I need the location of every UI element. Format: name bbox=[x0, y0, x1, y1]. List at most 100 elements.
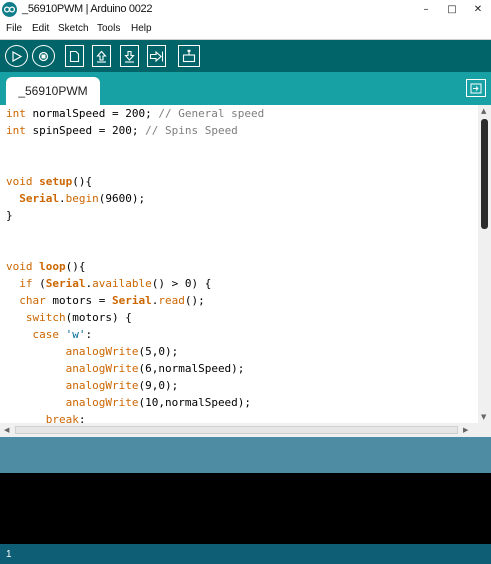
code-token: (); bbox=[184, 294, 205, 307]
code-line: void setup(){ bbox=[6, 173, 92, 190]
menu-file[interactable]: File bbox=[6, 23, 22, 34]
code-token: Serial bbox=[111, 294, 152, 307]
code-token: spinSpeed = 200; bbox=[25, 124, 146, 137]
code-line: int normalSpeed = 200; // General speed bbox=[6, 105, 264, 122]
code-token: : bbox=[85, 328, 93, 341]
tab-sketch[interactable]: _56910PWM bbox=[6, 77, 100, 105]
code-token: // General speed bbox=[158, 107, 265, 120]
code-token: analogWrite bbox=[65, 379, 139, 392]
maximize-button[interactable]: □ bbox=[439, 0, 465, 19]
stop-button[interactable] bbox=[32, 45, 55, 67]
scroll-up-arrow-icon[interactable]: ▲ bbox=[481, 107, 486, 115]
new-file-icon bbox=[69, 50, 80, 62]
code-line: analogWrite(10,normalSpeed); bbox=[6, 394, 251, 411]
save-down-arrow-icon bbox=[124, 50, 135, 63]
code-token: (5,0); bbox=[138, 345, 179, 358]
play-icon bbox=[12, 50, 22, 62]
code-token: read bbox=[158, 294, 185, 307]
horizontal-scroll-thumb[interactable] bbox=[15, 426, 458, 434]
upload-button[interactable] bbox=[147, 45, 166, 67]
code-token: ( bbox=[32, 277, 46, 290]
console-output bbox=[0, 473, 491, 544]
stop-icon bbox=[38, 51, 49, 61]
tab-menu-button[interactable] bbox=[466, 79, 486, 97]
code-token: Serial bbox=[19, 192, 59, 205]
code-token: void bbox=[6, 260, 33, 273]
vertical-scroll-thumb[interactable] bbox=[481, 119, 488, 229]
code-line: case 'w': bbox=[6, 326, 93, 343]
horizontal-scrollbar[interactable]: ◀ ▶ bbox=[0, 423, 491, 437]
code-line: void loop(){ bbox=[6, 258, 86, 275]
new-button[interactable] bbox=[65, 45, 84, 67]
minimize-button[interactable]: – bbox=[413, 0, 439, 19]
code-token: available bbox=[92, 277, 152, 290]
open-up-arrow-icon bbox=[96, 50, 107, 63]
code-token: (10,normalSpeed); bbox=[138, 396, 252, 409]
menu-sketch[interactable]: Sketch bbox=[58, 23, 89, 34]
menu-edit[interactable]: Edit bbox=[32, 23, 49, 34]
vertical-scrollbar[interactable]: ▲ ▼ bbox=[478, 105, 491, 423]
status-bar: 1 bbox=[0, 544, 491, 564]
close-button[interactable]: ✕ bbox=[465, 0, 491, 19]
code-token: motors = bbox=[45, 294, 112, 307]
code-token: int bbox=[6, 124, 26, 137]
code-token: (9,0); bbox=[138, 379, 179, 392]
code-token: Serial bbox=[45, 277, 86, 290]
code-token: switch bbox=[25, 311, 66, 324]
scroll-down-arrow-icon[interactable]: ▼ bbox=[481, 413, 486, 421]
code-token: case bbox=[32, 328, 60, 341]
code-token: analogWrite bbox=[65, 362, 139, 375]
scroll-left-arrow-icon[interactable]: ◀ bbox=[4, 426, 9, 434]
open-button[interactable] bbox=[92, 45, 111, 67]
menu-help[interactable]: Help bbox=[131, 23, 152, 34]
code-line: switch(motors) { bbox=[6, 309, 132, 326]
code-token: () > 0) { bbox=[151, 277, 212, 290]
code-token: char bbox=[19, 294, 46, 307]
menu-tools[interactable]: Tools bbox=[97, 23, 120, 34]
code-editor[interactable]: int normalSpeed = 200; // General speed i… bbox=[0, 105, 478, 423]
code-line: analogWrite(6,normalSpeed); bbox=[6, 360, 245, 377]
code-line: int spinSpeed = 200; // Spins Speed bbox=[6, 122, 238, 139]
serial-monitor-button[interactable] bbox=[178, 45, 200, 67]
code-token: (6,normalSpeed); bbox=[138, 362, 245, 375]
code-token: int bbox=[6, 107, 26, 120]
verify-button[interactable] bbox=[5, 45, 28, 67]
scroll-right-arrow-icon[interactable]: ▶ bbox=[463, 426, 468, 434]
code-token: normalSpeed = 200; bbox=[25, 107, 159, 120]
code-token: analogWrite bbox=[65, 396, 139, 409]
line-number: 1 bbox=[6, 549, 12, 560]
message-area bbox=[0, 437, 491, 473]
code-token: (){ bbox=[65, 260, 86, 273]
code-line: Serial.begin(9600); bbox=[6, 190, 145, 207]
code-line: } bbox=[6, 207, 13, 224]
code-token: } bbox=[6, 209, 13, 222]
code-token: . bbox=[59, 192, 66, 205]
code-line: char motors = Serial.read(); bbox=[6, 292, 205, 309]
title-bar: _56910PWM | Arduino 0022 – □ ✕ bbox=[0, 0, 491, 20]
save-button[interactable] bbox=[120, 45, 139, 67]
code-token: // Spins Speed bbox=[145, 124, 238, 137]
code-token: setup bbox=[39, 175, 73, 188]
code-token: 'w' bbox=[65, 328, 86, 341]
code-token: loop bbox=[39, 260, 66, 273]
code-token: (){ bbox=[72, 175, 93, 188]
code-token: void bbox=[6, 175, 33, 188]
code-token: (9600); bbox=[98, 192, 146, 205]
code-line: break; bbox=[6, 411, 86, 423]
menu-bar: File Edit Sketch Tools Help bbox=[0, 19, 491, 40]
window-title: _56910PWM | Arduino 0022 bbox=[22, 3, 153, 15]
code-line: analogWrite(5,0); bbox=[6, 343, 179, 360]
arduino-logo-icon bbox=[2, 2, 17, 17]
code-token: analogWrite bbox=[65, 345, 139, 358]
tab-bar: _56910PWM bbox=[0, 72, 491, 105]
